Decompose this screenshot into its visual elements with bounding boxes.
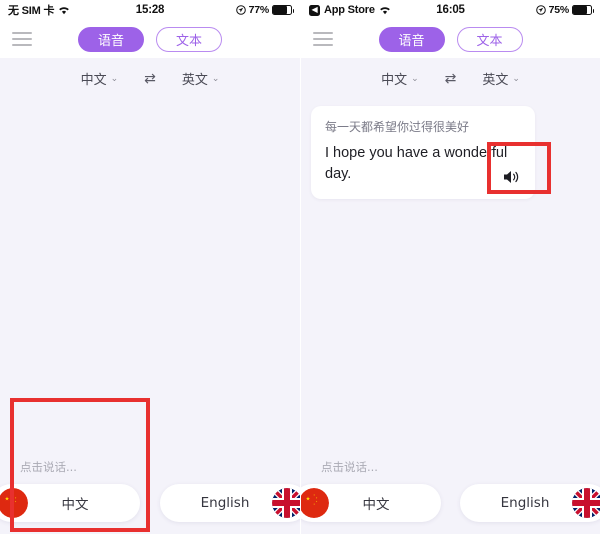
speak-chinese-button[interactable]: 中文	[301, 484, 441, 522]
speak-english-button[interactable]: English	[460, 484, 600, 522]
battery-icon	[572, 5, 595, 15]
tab-text[interactable]: 文本	[156, 26, 222, 52]
battery-percent-label: 77%	[248, 4, 270, 16]
wifi-icon	[379, 6, 391, 15]
nav-bar: 语音 文本	[301, 20, 600, 58]
carrier-label: 无 SIM 卡	[8, 5, 55, 17]
conversation-area: 每一天都希望你过得很美好 I hope you have a wonderful…	[301, 98, 600, 442]
back-chevron-icon[interactable]: ◀	[309, 4, 320, 16]
battery-percent-label: 75%	[548, 4, 570, 16]
tab-text[interactable]: 文本	[456, 26, 523, 52]
china-flag-icon	[301, 488, 329, 518]
translation-result-text: I hope you have a wonderful day.	[325, 145, 508, 183]
swap-languages-icon[interactable]: ⇄	[144, 70, 156, 87]
phone-screen-right: ◀ App Store 16:05 75% 语音 文本 中文 ⌄ ⇄ 英文 ⌄ …	[300, 0, 600, 534]
dual-screenshot-comparison: 无 SIM 卡 15:28 77% 语音 文本 中文 ⌄ ⇄ 英文 ⌄ 点击说话…	[0, 0, 600, 534]
speak-english-label: English	[200, 495, 250, 511]
chevron-down-icon: ⌄	[211, 74, 220, 84]
mode-tabs: 语音 文本	[0, 26, 300, 52]
source-language-label: 中文	[381, 72, 408, 88]
bottom-control-bar: 点击说话... 中文 English	[301, 442, 600, 534]
status-bar: ◀ App Store 16:05 75%	[301, 0, 600, 20]
translation-source-text: 每一天都希望你过得很美好	[325, 120, 470, 134]
speak-chinese-label: 中文	[61, 497, 89, 513]
swap-languages-icon[interactable]: ⇄	[445, 70, 457, 87]
nav-bar: 语音 文本	[0, 20, 300, 58]
location-arrow-icon	[535, 5, 546, 15]
status-bar-left: ◀ App Store	[309, 4, 436, 16]
location-arrow-icon	[235, 5, 246, 15]
hamburger-menu-icon[interactable]	[313, 32, 333, 46]
tab-voice[interactable]: 语音	[78, 26, 144, 52]
chevron-down-icon: ⌄	[411, 74, 419, 84]
back-app-label: App Store	[324, 4, 375, 16]
speaker-volume-icon[interactable]	[503, 169, 521, 185]
uk-flag-icon	[272, 488, 300, 518]
target-language-selector[interactable]: 英文 ⌄	[182, 69, 220, 88]
mode-tabs: 语音 文本	[301, 26, 600, 52]
conversation-area	[0, 98, 300, 442]
clock: 16:05	[436, 4, 465, 16]
phone-screen-left: 无 SIM 卡 15:28 77% 语音 文本 中文 ⌄ ⇄ 英文 ⌄ 点击说话…	[0, 0, 300, 534]
translation-card[interactable]: 每一天都希望你过得很美好 I hope you have a wonderful…	[311, 106, 535, 200]
status-bar-left: 无 SIM 卡	[8, 2, 136, 18]
status-bar-right: 75%	[465, 4, 595, 16]
target-language-label: 英文	[181, 72, 208, 88]
target-language-selector[interactable]: 英文 ⌄	[482, 69, 520, 88]
target-language-label: 英文	[482, 72, 509, 88]
speak-english-label: English	[500, 495, 550, 511]
speak-chinese-button[interactable]: 中文	[0, 484, 140, 522]
speak-chinese-label: 中文	[362, 497, 390, 513]
clock: 15:28	[135, 4, 165, 16]
uk-flag-icon	[572, 488, 600, 518]
speak-hint-label: 点击说话...	[20, 460, 77, 474]
chevron-down-icon: ⌄	[512, 74, 520, 84]
hamburger-menu-icon[interactable]	[12, 32, 32, 46]
chevron-down-icon: ⌄	[110, 74, 119, 84]
source-language-selector[interactable]: 中文 ⌄	[81, 69, 119, 88]
status-bar: 无 SIM 卡 15:28 77%	[0, 0, 300, 20]
china-flag-icon	[0, 488, 28, 518]
speak-hint-label: 点击说话...	[321, 460, 378, 474]
wifi-icon	[58, 6, 70, 15]
battery-icon	[272, 5, 295, 15]
bottom-control-bar: 点击说话... 中文 English	[0, 398, 300, 534]
status-bar-right: 77%	[164, 4, 295, 16]
language-selector-bar: 中文 ⌄ ⇄ 英文 ⌄	[301, 58, 600, 98]
tab-voice[interactable]: 语音	[378, 26, 445, 52]
source-language-label: 中文	[80, 72, 107, 88]
speak-english-button[interactable]: English	[160, 484, 300, 522]
source-language-selector[interactable]: 中文 ⌄	[381, 69, 419, 88]
language-selector-bar: 中文 ⌄ ⇄ 英文 ⌄	[0, 58, 300, 98]
